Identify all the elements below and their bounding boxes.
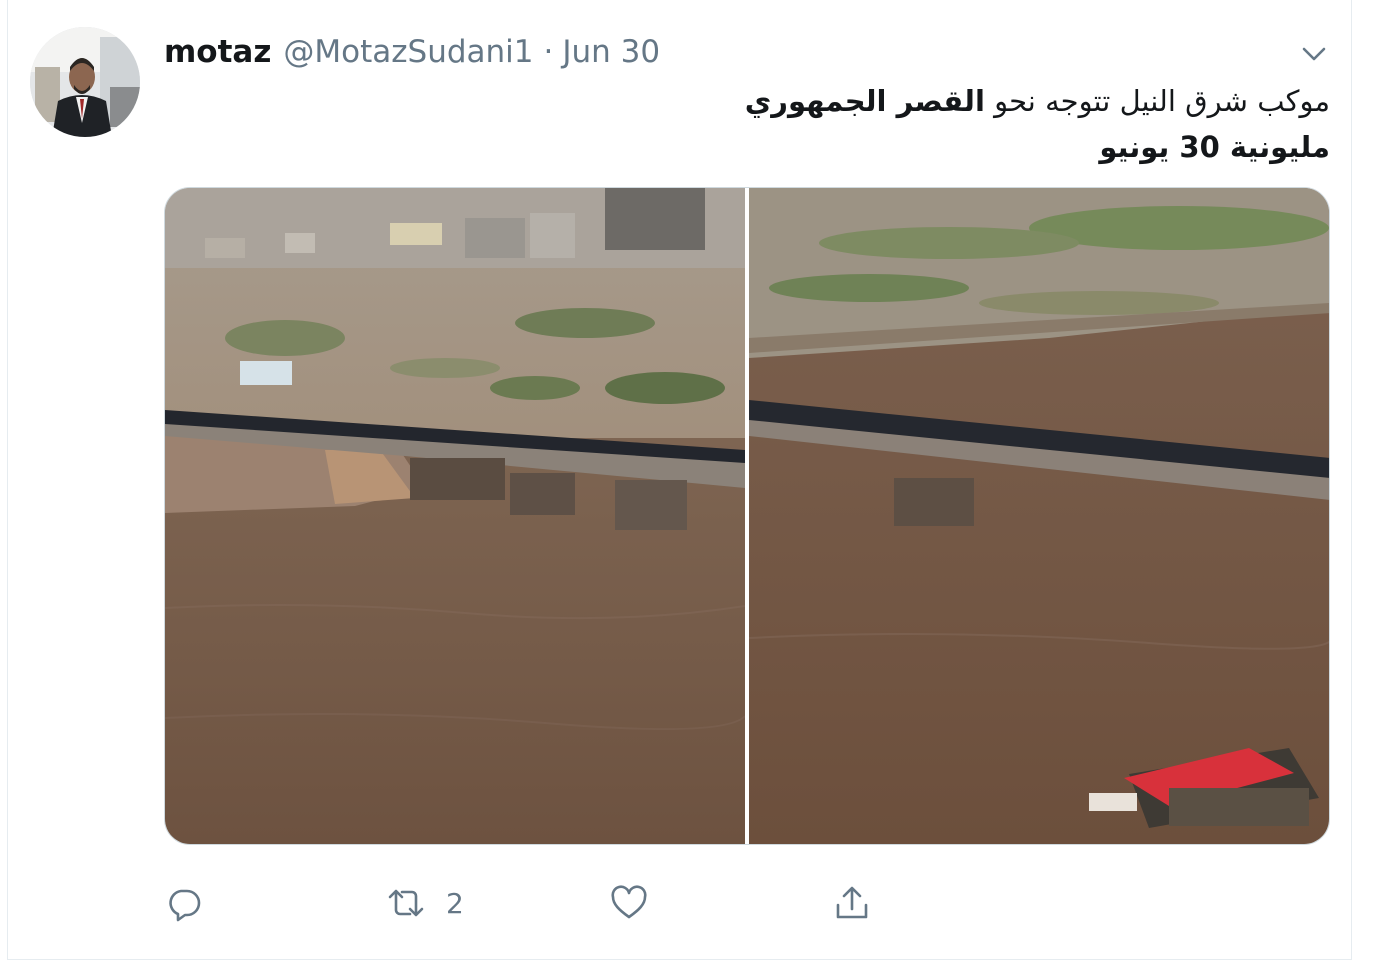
tweet-text-line-1: موكب شرق النيل تتوجه نحو القصر الجمهوري	[164, 78, 1330, 124]
retweet-button[interactable]: 2	[386, 878, 464, 928]
author-handle[interactable]: @MotazSudani1	[283, 34, 533, 70]
reply-icon	[169, 889, 201, 922]
retweet-icon	[388, 889, 424, 917]
share-button[interactable]	[832, 878, 892, 928]
bridge-photo-right	[749, 188, 1329, 844]
media-photo-1[interactable]	[165, 188, 745, 844]
tweet-date[interactable]: Jun 30	[562, 34, 660, 70]
avatar-photo	[30, 27, 140, 137]
tweet-text-hashtag-bold: القصر الجمهوري	[744, 84, 985, 118]
avatar[interactable]	[30, 27, 140, 137]
tweet-text: موكب شرق النيل تتوجه نحو القصر الجمهوري …	[164, 78, 1330, 170]
heart-icon	[611, 885, 647, 919]
retweet-count: 2	[446, 886, 464, 920]
reply-button[interactable]	[164, 878, 224, 928]
tweet-actions: 2	[164, 878, 884, 928]
like-button[interactable]	[609, 878, 669, 928]
tweet-card[interactable]: motaz @MotazSudani1 · Jun 30 موكب شرق ال…	[7, 0, 1352, 960]
tweet-media	[164, 187, 1330, 845]
tweet-header: motaz @MotazSudani1 · Jun 30	[164, 30, 660, 74]
share-icon	[836, 886, 868, 919]
chevron-down-icon[interactable]	[1297, 36, 1331, 70]
tweet-text-line-2: مليونية 30 يونيو	[164, 124, 1330, 170]
author-display-name[interactable]: motaz	[164, 34, 271, 70]
media-photo-2[interactable]	[749, 188, 1329, 844]
header-separator: ·	[543, 34, 554, 70]
bridge-photo-left	[165, 188, 745, 844]
tweet-text-line-2-bold: مليونية 30 يونيو	[1099, 130, 1330, 164]
tweet-text-regular: موكب شرق النيل تتوجه نحو	[984, 84, 1330, 118]
